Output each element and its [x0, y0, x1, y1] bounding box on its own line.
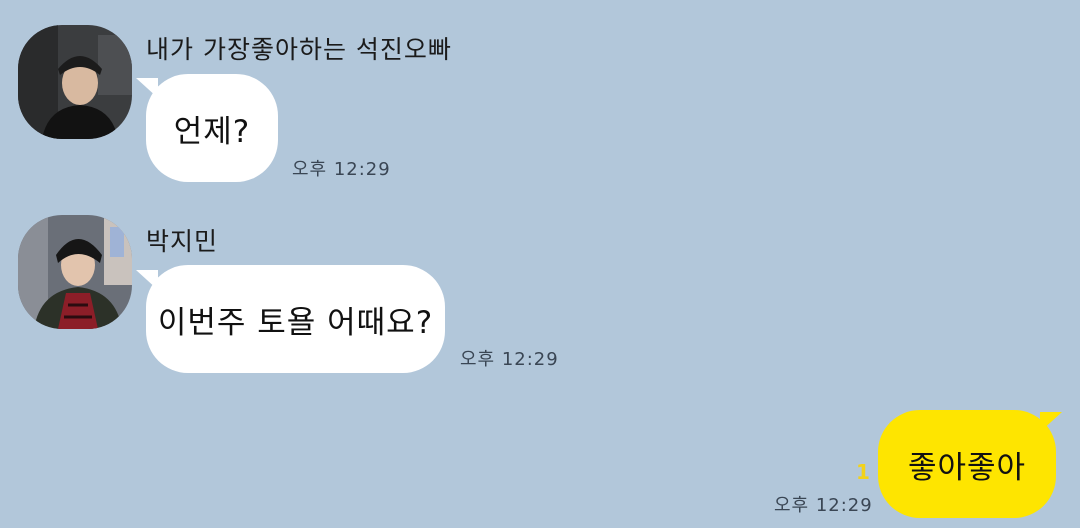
profile-photo-icon	[18, 25, 132, 139]
avatar-seokjin[interactable]	[18, 25, 132, 139]
message-bubble[interactable]: 좋아좋아	[878, 410, 1056, 518]
message-time: 오후 12:29	[460, 349, 559, 370]
message-time: 오후 12:29	[292, 159, 391, 180]
message-bubble[interactable]: 언제?	[146, 74, 278, 182]
message-bubble[interactable]: 이번주 토욜 어때요?	[146, 265, 445, 373]
sender-name: 박지민	[146, 227, 219, 256]
chat-room: 내가 가장좋아하는 석진오빠 언제? 오후 12:29 박지민 이번주 토욜 어…	[0, 0, 1080, 528]
read-count: 1	[856, 460, 870, 484]
message-time: 오후 12:29	[774, 495, 873, 516]
profile-photo-icon	[18, 215, 132, 329]
bubble-tail	[1040, 412, 1062, 432]
sender-name: 내가 가장좋아하는 석진오빠	[146, 35, 452, 64]
avatar-jimin[interactable]	[18, 215, 132, 329]
